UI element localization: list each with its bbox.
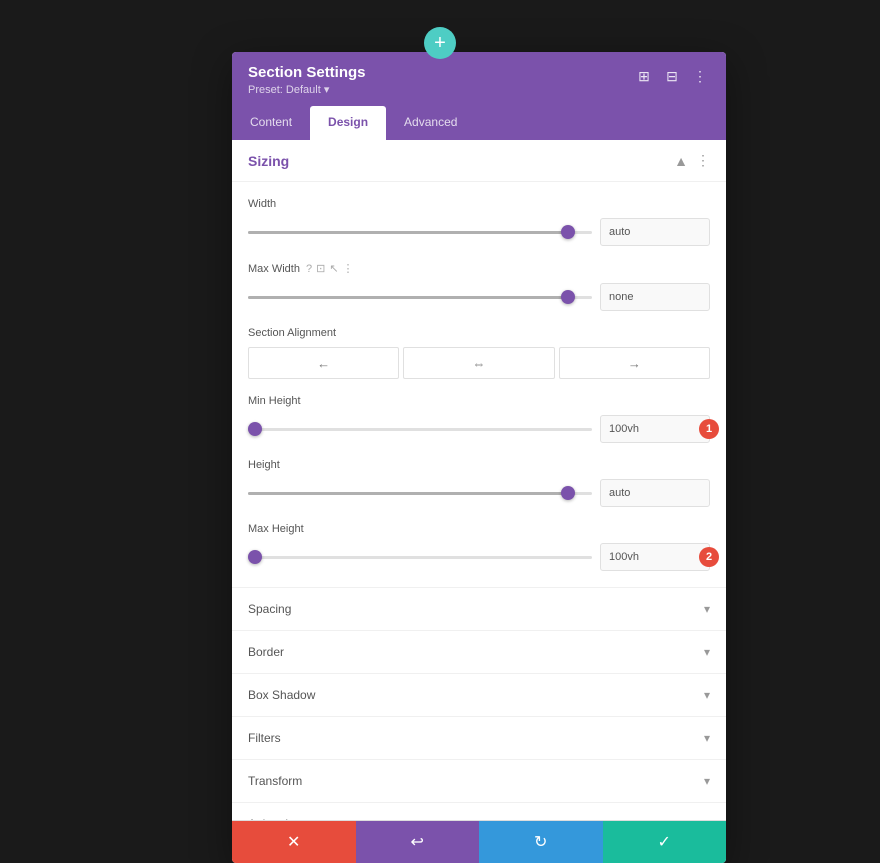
height-row: auto: [248, 479, 710, 507]
tab-design[interactable]: Design: [310, 106, 386, 140]
box-shadow-section: Box Shadow ▾: [232, 673, 726, 716]
sizing-section-header: Sizing ▲ ⋮: [232, 140, 726, 182]
border-header[interactable]: Border ▾: [248, 631, 710, 673]
filters-title: Filters: [248, 731, 281, 745]
max-height-value[interactable]: 100vh 2: [600, 543, 710, 571]
transform-section: Transform ▾: [232, 759, 726, 802]
settings-content: Width auto Max Width: [232, 198, 726, 587]
box-shadow-title: Box Shadow: [248, 688, 315, 702]
min-height-label: Min Height: [248, 395, 710, 407]
max-width-value[interactable]: none: [600, 283, 710, 311]
max-width-label: Max Width ? ⊡ ↖ ⋮: [248, 262, 710, 275]
filters-chevron: ▾: [704, 731, 710, 745]
pointer-icon[interactable]: ↖: [329, 262, 338, 275]
panel-footer: ✕ ↩ ↻ ✓: [232, 820, 726, 863]
animation-chevron: ▾: [704, 817, 710, 820]
dots-icon[interactable]: ⋮: [343, 262, 354, 275]
section-settings-panel: Section Settings Preset: Default ▾ ⊞ ⊟ ⋮…: [232, 52, 726, 863]
tab-content[interactable]: Content: [232, 106, 310, 140]
border-title: Border: [248, 645, 284, 659]
alignment-row: ← ⇔ →: [248, 347, 710, 379]
panel-body: Sizing ▲ ⋮ Width auto: [232, 140, 726, 820]
transform-header[interactable]: Transform ▾: [248, 760, 710, 802]
sizing-collapse-icon[interactable]: ▲: [674, 153, 688, 169]
layout-icon[interactable]: ⊟: [662, 66, 682, 86]
min-height-group: Min Height 100vh 1: [248, 395, 710, 443]
filters-header[interactable]: Filters ▾: [248, 717, 710, 759]
spacing-header[interactable]: Spacing ▾: [248, 588, 710, 630]
spacing-chevron: ▾: [704, 602, 710, 616]
transform-chevron: ▾: [704, 774, 710, 788]
animation-section: Animation ▾: [232, 802, 726, 820]
responsive-icon[interactable]: ⊞: [634, 66, 654, 86]
align-right-btn[interactable]: →: [559, 347, 710, 379]
save-button[interactable]: ✓: [603, 821, 727, 863]
animation-title: Animation: [248, 817, 301, 820]
redo-button[interactable]: ↻: [479, 821, 603, 863]
height-label: Height: [248, 459, 710, 471]
max-height-label: Max Height: [248, 523, 710, 535]
more-icon[interactable]: ⋮: [690, 66, 710, 86]
cancel-button[interactable]: ✕: [232, 821, 356, 863]
help-icon[interactable]: ?: [306, 263, 312, 275]
max-width-slider[interactable]: [248, 287, 592, 307]
reset-button[interactable]: ↩: [356, 821, 480, 863]
height-value[interactable]: auto: [600, 479, 710, 507]
align-center-btn[interactable]: ⇔: [403, 347, 554, 379]
width-value[interactable]: auto: [600, 218, 710, 246]
height-group: Height auto: [248, 459, 710, 507]
width-label: Width: [248, 198, 710, 210]
sizing-title: Sizing: [248, 153, 289, 169]
filters-section: Filters ▾: [232, 716, 726, 759]
box-shadow-header[interactable]: Box Shadow ▾: [248, 674, 710, 716]
panel-title: Section Settings: [248, 64, 366, 81]
spacing-title: Spacing: [248, 602, 291, 616]
panel-header-icons: ⊞ ⊟ ⋮: [634, 66, 710, 86]
height-slider[interactable]: [248, 483, 592, 503]
max-height-row: 100vh 2: [248, 543, 710, 571]
border-section: Border ▾: [232, 630, 726, 673]
width-group: Width auto: [248, 198, 710, 246]
tabs: Content Design Advanced: [232, 106, 726, 140]
animation-header[interactable]: Animation ▾: [248, 803, 710, 820]
min-height-badge: 1: [699, 419, 719, 439]
transform-title: Transform: [248, 774, 302, 788]
box-shadow-chevron: ▾: [704, 688, 710, 702]
width-row: auto: [248, 218, 710, 246]
sizing-more-icon[interactable]: ⋮: [696, 152, 710, 169]
min-height-slider[interactable]: [248, 419, 592, 439]
panel-header-left: Section Settings Preset: Default ▾: [248, 64, 366, 96]
section-alignment-group: Section Alignment ← ⇔ →: [248, 327, 710, 379]
max-width-icons: ? ⊡ ↖ ⋮: [306, 262, 354, 275]
panel-subtitle: Preset: Default ▾: [248, 83, 366, 96]
max-height-group: Max Height 100vh 2: [248, 523, 710, 571]
tab-advanced[interactable]: Advanced: [386, 106, 475, 140]
min-height-value[interactable]: 100vh 1: [600, 415, 710, 443]
sizing-controls: ▲ ⋮: [674, 152, 710, 169]
max-width-group: Max Width ? ⊡ ↖ ⋮: [248, 262, 710, 311]
max-height-badge: 2: [699, 547, 719, 567]
section-alignment-label: Section Alignment: [248, 327, 710, 339]
spacing-section: Spacing ▾: [232, 587, 726, 630]
width-slider[interactable]: [248, 222, 592, 242]
max-height-slider[interactable]: [248, 547, 592, 567]
add-button[interactable]: +: [424, 27, 456, 59]
panel-header: Section Settings Preset: Default ▾ ⊞ ⊟ ⋮: [232, 52, 726, 106]
min-height-row: 100vh 1: [248, 415, 710, 443]
border-chevron: ▾: [704, 645, 710, 659]
max-width-row: none: [248, 283, 710, 311]
copy-icon[interactable]: ⊡: [316, 262, 325, 275]
align-left-btn[interactable]: ←: [248, 347, 399, 379]
